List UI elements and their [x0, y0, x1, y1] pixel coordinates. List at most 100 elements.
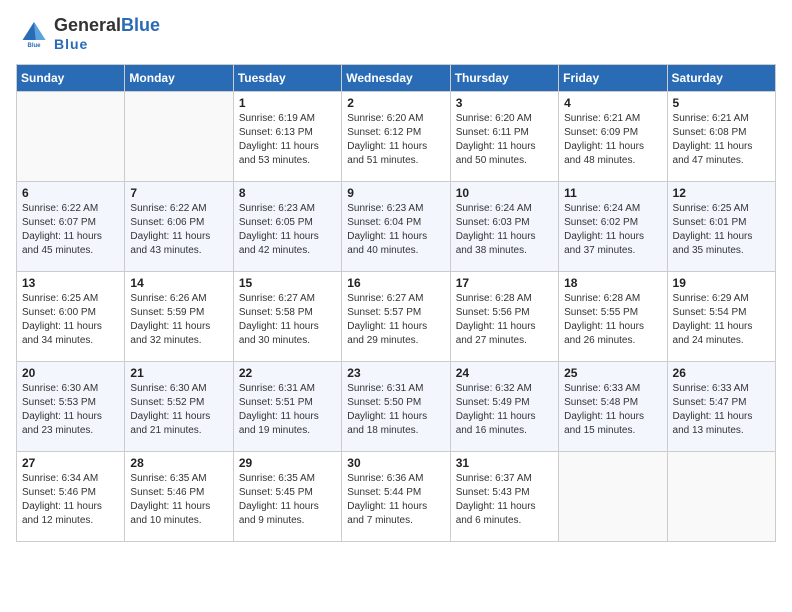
- day-info: Sunrise: 6:19 AMSunset: 6:13 PMDaylight:…: [239, 112, 336, 168]
- calendar-cell: 5Sunrise: 6:21 AMSunset: 6:08 PMDaylight…: [667, 92, 775, 182]
- calendar-cell: 4 Sunrise: 6:21 AMSunset: 6:09 PMDaylight…: [559, 92, 667, 182]
- weekday-header: Sunday: [17, 65, 125, 92]
- calendar-cell: 6 Sunrise: 6:22 AMSunset: 6:07 PMDaylight…: [17, 182, 125, 272]
- day-info: Sunrise: 6:30 AMSunset: 5:52 PMDaylight:…: [130, 382, 227, 438]
- weekday-header: Wednesday: [342, 65, 450, 92]
- day-number: 28: [130, 456, 227, 470]
- day-number: 18: [564, 276, 661, 290]
- page-header: Blue GeneralBlue Blue: [16, 16, 776, 52]
- calendar-cell: 3Sunrise: 6:20 AMSunset: 6:11 PMDaylight…: [450, 92, 558, 182]
- day-number: 29: [239, 456, 336, 470]
- calendar-cell: 28 Sunrise: 6:35 AMSunset: 5:46 PMDayligh…: [125, 452, 233, 542]
- day-info: Sunrise: 6:22 AMSunset: 6:07 PMDaylight:…: [22, 202, 119, 258]
- day-info: Sunrise: 6:28 AMSunset: 5:55 PMDaylight:…: [564, 292, 661, 348]
- day-number: 17: [456, 276, 553, 290]
- day-info: Sunrise: 6:29 AMSunset: 5:54 PMDaylight:…: [673, 292, 770, 348]
- day-number: 31: [456, 456, 553, 470]
- day-number: 2: [347, 96, 444, 110]
- logo-blue: Blue: [121, 15, 160, 35]
- day-info: Sunrise: 6:20 AMSunset: 6:11 PMDaylight:…: [456, 112, 553, 168]
- day-info: Sunrise: 6:25 AMSunset: 6:00 PMDaylight:…: [22, 292, 119, 348]
- day-info: Sunrise: 6:37 AMSunset: 5:43 PMDaylight:…: [456, 472, 553, 528]
- day-info: Sunrise: 6:27 AMSunset: 5:58 PMDaylight:…: [239, 292, 336, 348]
- calendar-cell: [667, 452, 775, 542]
- day-info: Sunrise: 6:27 AMSunset: 5:57 PMDaylight:…: [347, 292, 444, 348]
- day-info: Sunrise: 6:26 AMSunset: 5:59 PMDaylight:…: [130, 292, 227, 348]
- calendar-cell: 18 Sunrise: 6:28 AMSunset: 5:55 PMDayligh…: [559, 272, 667, 362]
- calendar-cell: 10 Sunrise: 6:24 AMSunset: 6:03 PMDayligh…: [450, 182, 558, 272]
- day-info: Sunrise: 6:36 AMSunset: 5:44 PMDaylight:…: [347, 472, 444, 528]
- calendar-cell: 17 Sunrise: 6:28 AMSunset: 5:56 PMDayligh…: [450, 272, 558, 362]
- day-info: Sunrise: 6:31 AMSunset: 5:51 PMDaylight:…: [239, 382, 336, 438]
- day-number: 22: [239, 366, 336, 380]
- day-info: Sunrise: 6:25 AMSunset: 6:01 PMDaylight:…: [673, 202, 770, 258]
- day-info: Sunrise: 6:21 AMSunset: 6:08 PMDaylight:…: [673, 112, 770, 168]
- calendar-cell: 1 Sunrise: 6:19 AMSunset: 6:13 PMDaylight…: [233, 92, 341, 182]
- day-info: Sunrise: 6:23 AMSunset: 6:04 PMDaylight:…: [347, 202, 444, 258]
- day-info: Sunrise: 6:33 AMSunset: 5:48 PMDaylight:…: [564, 382, 661, 438]
- day-number: 13: [22, 276, 119, 290]
- day-number: 7: [130, 186, 227, 200]
- day-info: Sunrise: 6:35 AMSunset: 5:45 PMDaylight:…: [239, 472, 336, 528]
- calendar-cell: 11 Sunrise: 6:24 AMSunset: 6:02 PMDayligh…: [559, 182, 667, 272]
- day-number: 9: [347, 186, 444, 200]
- logo: Blue GeneralBlue Blue: [16, 16, 160, 52]
- calendar-cell: 9 Sunrise: 6:23 AMSunset: 6:04 PMDaylight…: [342, 182, 450, 272]
- calendar-cell: 14 Sunrise: 6:26 AMSunset: 5:59 PMDayligh…: [125, 272, 233, 362]
- calendar-cell: 12 Sunrise: 6:25 AMSunset: 6:01 PMDayligh…: [667, 182, 775, 272]
- day-info: Sunrise: 6:20 AMSunset: 6:12 PMDaylight:…: [347, 112, 444, 168]
- day-number: 4: [564, 96, 661, 110]
- weekday-header: Saturday: [667, 65, 775, 92]
- calendar-table: SundayMondayTuesdayWednesdayThursdayFrid…: [16, 64, 776, 542]
- day-info: Sunrise: 6:23 AMSunset: 6:05 PMDaylight:…: [239, 202, 336, 258]
- calendar-cell: 31 Sunrise: 6:37 AMSunset: 5:43 PMDayligh…: [450, 452, 558, 542]
- day-number: 12: [673, 186, 770, 200]
- day-info: Sunrise: 6:24 AMSunset: 6:02 PMDaylight:…: [564, 202, 661, 258]
- day-number: 26: [673, 366, 770, 380]
- calendar-cell: 20Sunrise: 6:30 AMSunset: 5:53 PMDayligh…: [17, 362, 125, 452]
- logo-icon: Blue: [16, 16, 52, 52]
- day-info: Sunrise: 6:22 AMSunset: 6:06 PMDaylight:…: [130, 202, 227, 258]
- calendar-cell: 23 Sunrise: 6:31 AMSunset: 5:50 PMDayligh…: [342, 362, 450, 452]
- weekday-header: Tuesday: [233, 65, 341, 92]
- calendar-cell: 2 Sunrise: 6:20 AMSunset: 6:12 PMDaylight…: [342, 92, 450, 182]
- calendar-cell: 27 Sunrise: 6:34 AMSunset: 5:46 PMDayligh…: [17, 452, 125, 542]
- day-number: 6: [22, 186, 119, 200]
- day-info: Sunrise: 6:33 AMSunset: 5:47 PMDaylight:…: [673, 382, 770, 438]
- day-info: Sunrise: 6:35 AMSunset: 5:46 PMDaylight:…: [130, 472, 227, 528]
- day-number: 25: [564, 366, 661, 380]
- calendar-cell: [17, 92, 125, 182]
- calendar-header-row: SundayMondayTuesdayWednesdayThursdayFrid…: [17, 65, 776, 92]
- day-info: Sunrise: 6:31 AMSunset: 5:50 PMDaylight:…: [347, 382, 444, 438]
- day-number: 24: [456, 366, 553, 380]
- day-number: 23: [347, 366, 444, 380]
- calendar-cell: 24Sunrise: 6:32 AMSunset: 5:49 PMDayligh…: [450, 362, 558, 452]
- calendar-cell: [559, 452, 667, 542]
- day-number: 21: [130, 366, 227, 380]
- calendar-cell: 8Sunrise: 6:23 AMSunset: 6:05 PMDaylight…: [233, 182, 341, 272]
- calendar-cell: 7 Sunrise: 6:22 AMSunset: 6:06 PMDaylight…: [125, 182, 233, 272]
- day-info: Sunrise: 6:28 AMSunset: 5:56 PMDaylight:…: [456, 292, 553, 348]
- calendar-cell: 26 Sunrise: 6:33 AMSunset: 5:47 PMDayligh…: [667, 362, 775, 452]
- day-number: 10: [456, 186, 553, 200]
- day-number: 16: [347, 276, 444, 290]
- calendar-cell: 13 Sunrise: 6:25 AMSunset: 6:00 PMDayligh…: [17, 272, 125, 362]
- day-number: 15: [239, 276, 336, 290]
- calendar-cell: 19 Sunrise: 6:29 AMSunset: 5:54 PMDayligh…: [667, 272, 775, 362]
- calendar-week-row: 6 Sunrise: 6:22 AMSunset: 6:07 PMDaylight…: [17, 182, 776, 272]
- day-info: Sunrise: 6:21 AMSunset: 6:09 PMDaylight:…: [564, 112, 661, 168]
- calendar-week-row: 1 Sunrise: 6:19 AMSunset: 6:13 PMDaylight…: [17, 92, 776, 182]
- day-info: Sunrise: 6:34 AMSunset: 5:46 PMDaylight:…: [22, 472, 119, 528]
- day-number: 19: [673, 276, 770, 290]
- calendar-cell: 15 Sunrise: 6:27 AMSunset: 5:58 PMDayligh…: [233, 272, 341, 362]
- weekday-header: Friday: [559, 65, 667, 92]
- day-info: Sunrise: 6:24 AMSunset: 6:03 PMDaylight:…: [456, 202, 553, 258]
- day-number: 14: [130, 276, 227, 290]
- calendar-cell: 30Sunrise: 6:36 AMSunset: 5:44 PMDayligh…: [342, 452, 450, 542]
- day-number: 11: [564, 186, 661, 200]
- logo-tagline: Blue: [54, 36, 160, 52]
- day-number: 1: [239, 96, 336, 110]
- day-info: Sunrise: 6:30 AMSunset: 5:53 PMDaylight:…: [22, 382, 119, 438]
- day-number: 27: [22, 456, 119, 470]
- calendar-cell: 21 Sunrise: 6:30 AMSunset: 5:52 PMDayligh…: [125, 362, 233, 452]
